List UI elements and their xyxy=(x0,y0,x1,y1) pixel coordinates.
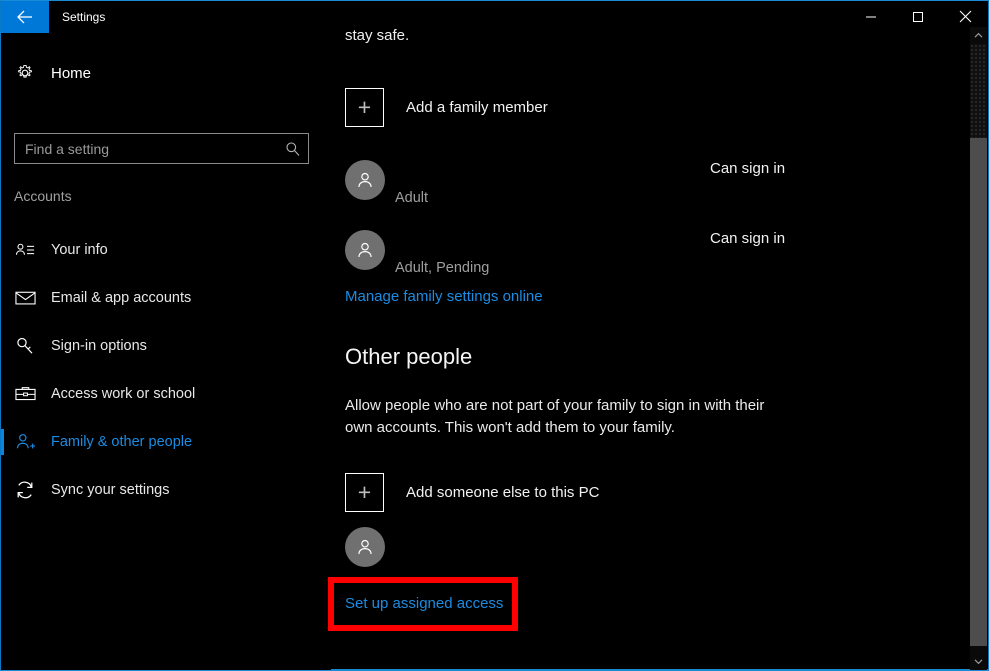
briefcase-icon xyxy=(1,385,49,403)
sidebar-section-label: Accounts xyxy=(14,188,72,204)
search-box[interactable] xyxy=(14,133,309,164)
sidebar-item-label: Family & other people xyxy=(51,434,193,450)
settings-window: Settings Home Find a setting Accounts Yo… xyxy=(0,0,989,671)
sidebar-item-email-app-accounts[interactable]: Email & app accounts xyxy=(1,274,331,322)
key-icon xyxy=(1,336,49,356)
scrollbar-thumb[interactable] xyxy=(970,138,987,646)
family-member-subtitle: Adult, Pending xyxy=(395,260,490,276)
sidebar-item-label: Access work or school xyxy=(51,386,196,402)
person-avatar-icon xyxy=(345,527,385,567)
search-input[interactable] xyxy=(15,140,278,157)
envelope-icon xyxy=(1,290,49,306)
sidebar-item-label: Your info xyxy=(51,242,108,258)
plus-box-icon: + xyxy=(345,88,384,127)
sidebar-item-label: Sign-in options xyxy=(51,338,147,354)
main-content: stay safe. + Add a family member Adult C… xyxy=(331,27,959,670)
chevron-down-icon[interactable] xyxy=(970,653,987,670)
sidebar-item-access-work-or-school[interactable]: Access work or school xyxy=(1,370,331,418)
sidebar-item-sign-in-options[interactable]: Sign-in options xyxy=(1,322,331,370)
window-title: Settings xyxy=(62,10,106,24)
family-description-tail: stay safe. xyxy=(345,27,410,44)
sidebar-item-label: Email & app accounts xyxy=(51,290,192,306)
sidebar-nav-list: Your info Email & app accounts Sign-in o… xyxy=(1,226,331,514)
other-people-description: Allow people who are not part of your fa… xyxy=(345,397,765,436)
person-card-icon xyxy=(1,241,49,259)
person-avatar-icon xyxy=(345,230,385,270)
back-button[interactable] xyxy=(1,1,49,33)
chevron-up-icon[interactable] xyxy=(970,27,987,44)
family-member-subtitle: Adult xyxy=(395,190,429,206)
sync-icon xyxy=(1,480,49,500)
sidebar-item-family-other-people[interactable]: Family & other people xyxy=(1,418,331,466)
add-family-member-button[interactable]: + Add a family member xyxy=(345,88,548,127)
sidebar: Home Accounts xyxy=(1,33,331,670)
vertical-scrollbar[interactable] xyxy=(970,27,987,670)
add-someone-else-label: Add someone else to this PC xyxy=(406,484,600,501)
other-people-heading: Other people xyxy=(345,344,473,369)
sidebar-item-your-info[interactable]: Your info xyxy=(1,226,331,274)
set-up-assigned-access-link[interactable]: Set up assigned access xyxy=(345,595,503,612)
sidebar-item-label: Sync your settings xyxy=(51,482,170,498)
plus-box-icon: + xyxy=(345,473,384,512)
sidebar-home-label: Home xyxy=(51,64,92,82)
add-family-member-label: Add a family member xyxy=(406,99,548,116)
family-member-status: Can sign in xyxy=(710,160,786,177)
gear-icon xyxy=(1,64,49,82)
search-icon xyxy=(278,141,308,157)
family-member-status: Can sign in xyxy=(710,230,786,247)
sidebar-item-home[interactable]: Home xyxy=(1,54,331,92)
person-avatar-icon xyxy=(345,160,385,200)
person-add-icon xyxy=(1,432,49,452)
sidebar-item-sync-your-settings[interactable]: Sync your settings xyxy=(1,466,331,514)
manage-family-settings-link[interactable]: Manage family settings online xyxy=(345,288,543,305)
add-someone-else-button[interactable]: + Add someone else to this PC xyxy=(345,473,599,512)
scrollbar-track[interactable] xyxy=(970,44,987,138)
